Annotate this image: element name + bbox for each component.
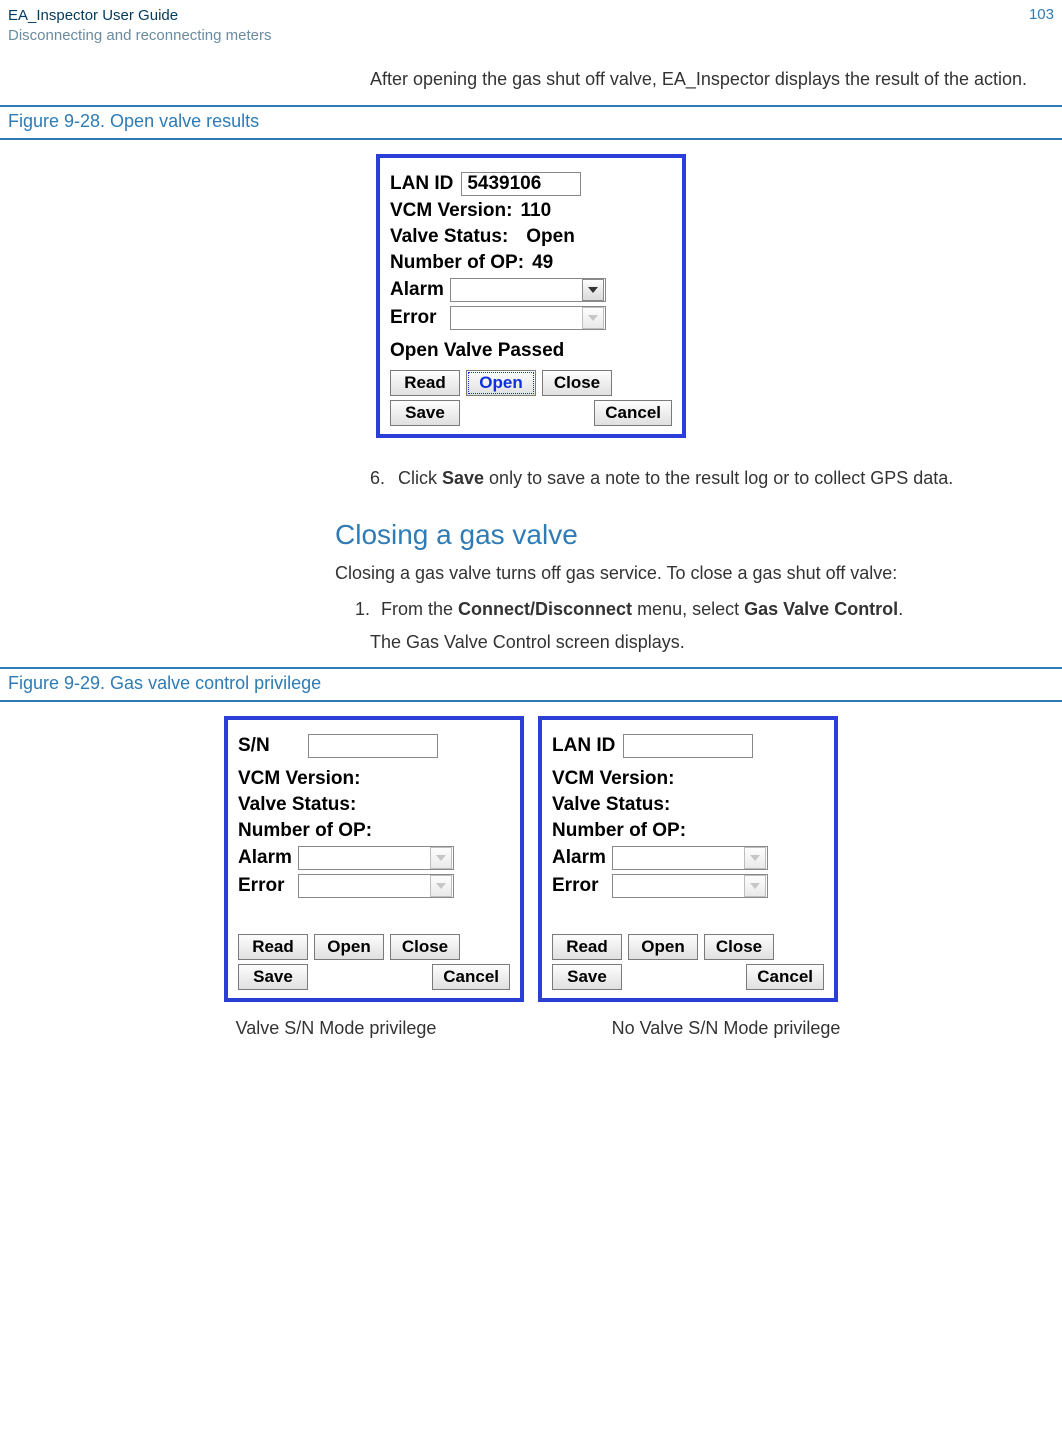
- number-op-label: Number of OP:: [552, 820, 686, 842]
- chevron-down-icon: [430, 875, 452, 897]
- no-valve-sn-mode-panel: LAN ID VCM Version: Valve Status: Number…: [538, 716, 838, 1002]
- close-button[interactable]: Close: [390, 934, 460, 960]
- cancel-button[interactable]: Cancel: [432, 964, 510, 990]
- read-button[interactable]: Read: [552, 934, 622, 960]
- open-button[interactable]: Open: [466, 370, 536, 396]
- save-button[interactable]: Save: [390, 400, 460, 426]
- open-valve-results-panel: LAN ID 5439106 VCM Version: 110 Valve St…: [376, 154, 686, 438]
- page-number: 103: [1029, 6, 1054, 23]
- step-1: 1. From the Connect/Disconnect menu, sel…: [355, 599, 1022, 620]
- figure-caption-9-29: Figure 9-29. Gas valve control privilege: [0, 667, 1062, 702]
- save-button[interactable]: Save: [552, 964, 622, 990]
- doc-title: EA_Inspector User Guide: [8, 6, 271, 26]
- cancel-button[interactable]: Cancel: [594, 400, 672, 426]
- alarm-dropdown[interactable]: [450, 278, 606, 302]
- closing-paragraph: Closing a gas valve turns off gas servic…: [335, 561, 1022, 585]
- lan-id-label: LAN ID: [390, 173, 453, 195]
- chevron-down-icon: [744, 875, 766, 897]
- doc-section: Disconnecting and reconnecting meters: [8, 26, 271, 46]
- step-number: 1.: [355, 599, 373, 620]
- open-button[interactable]: Open: [314, 934, 384, 960]
- left-panel-caption: Valve S/N Mode privilege: [186, 1018, 486, 1039]
- status-message: Open Valve Passed: [390, 340, 672, 362]
- alarm-label: Alarm: [552, 847, 606, 869]
- step-1-sub: The Gas Valve Control screen displays.: [370, 632, 1022, 653]
- closing-gas-valve-heading: Closing a gas valve: [335, 519, 1062, 551]
- error-dropdown[interactable]: [612, 874, 768, 898]
- cancel-button[interactable]: Cancel: [746, 964, 824, 990]
- error-dropdown[interactable]: [298, 874, 454, 898]
- valve-status-value: Open: [526, 226, 575, 248]
- lan-id-field[interactable]: 5439106: [461, 172, 581, 196]
- chevron-down-icon: [430, 847, 452, 869]
- step-6: 6. Click Save only to save a note to the…: [370, 466, 1022, 490]
- lan-id-field[interactable]: [623, 734, 753, 758]
- alarm-label: Alarm: [238, 847, 292, 869]
- chevron-down-icon[interactable]: [582, 279, 604, 301]
- alarm-label: Alarm: [390, 279, 444, 301]
- valve-sn-mode-panel: S/N VCM Version: Valve Status: Number of…: [224, 716, 524, 1002]
- save-button[interactable]: Save: [238, 964, 308, 990]
- vcm-version-label: VCM Version:: [390, 200, 512, 222]
- error-label: Error: [390, 307, 436, 329]
- error-dropdown[interactable]: [450, 306, 606, 330]
- number-op-value: 49: [532, 252, 553, 274]
- close-button[interactable]: Close: [704, 934, 774, 960]
- sn-label: S/N: [238, 735, 270, 757]
- valve-status-label: Valve Status:: [552, 794, 670, 816]
- vcm-version-label: VCM Version:: [552, 768, 674, 790]
- read-button[interactable]: Read: [390, 370, 460, 396]
- step-number: 6.: [370, 466, 390, 490]
- intro-paragraph: After opening the gas shut off valve, EA…: [370, 67, 1032, 91]
- valve-status-label: Valve Status:: [390, 226, 508, 248]
- lan-id-label: LAN ID: [552, 735, 615, 757]
- figure-caption-9-28: Figure 9-28. Open valve results: [0, 105, 1062, 140]
- sn-field[interactable]: [308, 734, 438, 758]
- close-button[interactable]: Close: [542, 370, 612, 396]
- open-button[interactable]: Open: [628, 934, 698, 960]
- valve-status-label: Valve Status:: [238, 794, 356, 816]
- right-panel-caption: No Valve S/N Mode privilege: [576, 1018, 876, 1039]
- chevron-down-icon: [582, 307, 604, 329]
- alarm-dropdown[interactable]: [298, 846, 454, 870]
- number-op-label: Number of OP:: [238, 820, 372, 842]
- read-button[interactable]: Read: [238, 934, 308, 960]
- chevron-down-icon: [744, 847, 766, 869]
- error-label: Error: [238, 875, 284, 897]
- vcm-version-value: 110: [520, 200, 551, 222]
- vcm-version-label: VCM Version:: [238, 768, 360, 790]
- number-op-label: Number of OP:: [390, 252, 524, 274]
- page-header: EA_Inspector User Guide Disconnecting an…: [0, 0, 1062, 47]
- error-label: Error: [552, 875, 598, 897]
- alarm-dropdown[interactable]: [612, 846, 768, 870]
